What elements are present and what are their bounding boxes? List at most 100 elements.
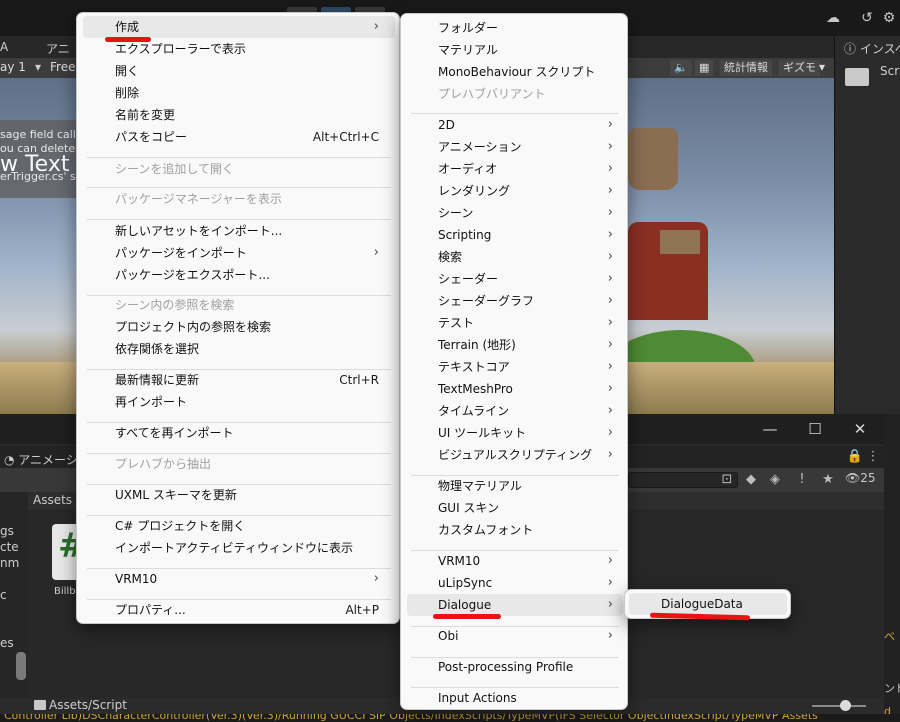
gizmos-button[interactable]: ギズモ (779, 60, 820, 76)
create-menu-item-label: VRM10 (438, 554, 481, 568)
context-menu-item[interactable]: 削除 (83, 82, 395, 104)
create-menu-item[interactable]: GUI スキン (407, 497, 623, 519)
create-menu-item[interactable]: Scripting › (407, 224, 623, 246)
keyboard-icon[interactable]: ▦ (695, 60, 714, 76)
cloud-icon[interactable]: ☁ (824, 9, 842, 27)
maximize-icon[interactable]: ☐ (795, 418, 835, 440)
create-menu-item[interactable]: テキストコア › (407, 356, 623, 378)
create-menu-item[interactable]: 物理マテリアル (407, 475, 623, 497)
context-menu-item[interactable]: 開く (83, 60, 395, 82)
tree-item-fragment[interactable]: es (0, 636, 14, 650)
display-select[interactable]: ay 1 (0, 60, 26, 74)
context-menu-item[interactable]: 作成 › (83, 16, 395, 38)
label-icon[interactable]: ◈ (766, 471, 784, 489)
context-menu-item[interactable]: 名前を変更 (83, 104, 395, 126)
context-menu-item[interactable]: パッケージをエクスポート... (83, 264, 395, 286)
create-menu-item[interactable]: マテリアル (407, 39, 623, 61)
inspector-tab[interactable]: ⓘ インスペ (844, 40, 900, 57)
create-menu-item[interactable]: アニメーション › (407, 136, 623, 158)
tab-animation-fragment[interactable]: アニ (46, 40, 70, 57)
create-menu-item-label: シェーダーグラフ (438, 294, 535, 308)
create-menu-item[interactable]: TextMeshPro › (407, 378, 623, 400)
chevron-right-icon: › (607, 597, 613, 612)
tree-item-fragment[interactable]: nm (0, 556, 19, 570)
context-menu-item[interactable]: 最新情報に更新 Ctrl+R (83, 369, 395, 391)
menu-separator (87, 157, 391, 158)
create-menu-item[interactable]: 2D › (407, 114, 623, 136)
context-menu-item[interactable]: パッケージをインポート › (83, 242, 395, 264)
create-menu-item[interactable]: ビジュアルスクリプティング › (407, 444, 623, 466)
context-menu-item-label: インポートアクティビティウィンドウに表示 (115, 541, 353, 555)
context-menu-item[interactable]: プロパティ... Alt+P (83, 599, 395, 621)
context-menu-item-label: プロジェクト内の参照を検索 (115, 320, 272, 334)
create-menu-item[interactable]: UI ツールキット › (407, 422, 623, 444)
context-menu-item[interactable]: プロジェクト内の参照を検索 (83, 316, 395, 338)
create-menu-item-label: フォルダー (438, 21, 499, 35)
create-submenu: フォルダー マテリアル MonoBehaviour スクリプト プレハブバリアント 2D… (400, 13, 628, 710)
breadcrumb[interactable]: Assets (33, 493, 72, 507)
gizmos-dropdown-icon[interactable]: ▾ (819, 60, 825, 74)
create-menu-item-label: 2D (438, 118, 455, 132)
context-menu-item[interactable]: すべてを再インポート (83, 422, 395, 444)
dialogue-data-label: DialogueData (661, 597, 743, 611)
more-icon[interactable]: ⋮ (864, 448, 882, 466)
create-menu-item[interactable]: uLipSync › (407, 572, 623, 594)
create-menu-item[interactable]: Obi › (407, 625, 623, 647)
context-menu-item-label: UXML スキーマを更新 (115, 488, 237, 502)
scrollbar-thumb[interactable] (16, 652, 26, 680)
dialogue-data-item[interactable]: DialogueData (629, 593, 787, 615)
chevron-right-icon: › (607, 575, 613, 590)
context-menu-item-label: 新しいアセットをインポート... (115, 224, 283, 238)
zoom-slider-handle[interactable] (840, 700, 851, 711)
context-menu-item[interactable]: 再インポート (83, 391, 395, 413)
create-menu-item[interactable]: シェーダー › (407, 268, 623, 290)
context-menu-item-label: 最新情報に更新 (115, 373, 200, 387)
create-menu-item[interactable]: シェーダーグラフ › (407, 290, 623, 312)
create-menu-item[interactable]: Terrain (地形) › (407, 334, 623, 356)
minimize-icon[interactable]: — (750, 418, 790, 440)
create-menu-item[interactable]: レンダリング › (407, 180, 623, 202)
aspect-select[interactable]: Free (50, 60, 75, 74)
context-menu-item-label: 再インポート (115, 395, 188, 409)
history-icon[interactable]: ↺ (858, 9, 876, 27)
menu-separator (411, 626, 619, 627)
create-menu-item[interactable]: 検索 › (407, 246, 623, 268)
create-menu-item[interactable]: Input Actions (407, 687, 623, 709)
zoom-slider[interactable] (812, 705, 866, 707)
star-icon[interactable]: ★ (819, 471, 837, 489)
filter-icon[interactable]: ◆ (742, 471, 760, 489)
context-menu-item[interactable]: インポートアクティビティウィンドウに表示 (83, 537, 395, 559)
hidden-count[interactable]: 👁25 (845, 471, 876, 485)
lock-icon[interactable]: 🔒 (846, 448, 864, 466)
context-menu-item[interactable]: 依存関係を選択 (83, 338, 395, 360)
tree-item-fragment[interactable]: cte (0, 540, 19, 554)
create-menu-item[interactable]: タイムライン › (407, 400, 623, 422)
chevron-right-icon: › (607, 359, 613, 374)
menu-separator (87, 187, 391, 188)
context-menu-item[interactable]: UXML スキーマを更新 (83, 484, 395, 506)
stats-button[interactable]: 統計情報 (720, 60, 772, 76)
settings-icon[interactable]: ⚙ (880, 9, 898, 27)
create-menu-item[interactable]: Dialogue › (407, 594, 623, 616)
create-menu-item[interactable]: カスタムフォント (407, 519, 623, 541)
create-menu-item[interactable]: Post-processing Profile (407, 656, 623, 678)
create-menu-item[interactable]: フォルダー (407, 17, 623, 39)
context-menu-item[interactable]: VRM10 › (83, 568, 395, 590)
search-by-type-icon[interactable]: ⊡ (718, 471, 736, 489)
tab-scene-fragment[interactable]: A (0, 40, 8, 54)
context-menu-item[interactable]: C# プロジェクトを開く (83, 515, 395, 537)
close-icon[interactable]: ✕ (840, 418, 880, 440)
create-menu-item[interactable]: シーン › (407, 202, 623, 224)
audio-icon[interactable]: 🔈 (670, 60, 692, 76)
create-menu-item[interactable]: VRM10 › (407, 550, 623, 572)
create-menu-item[interactable]: MonoBehaviour スクリプト (407, 61, 623, 83)
create-menu-item[interactable]: テスト › (407, 312, 623, 334)
create-menu-item-label: マテリアル (438, 43, 498, 57)
create-menu-item[interactable]: オーディオ › (407, 158, 623, 180)
new-text-label: w Text (0, 152, 70, 177)
context-menu-item[interactable]: 新しいアセットをインポート... (83, 220, 395, 242)
tree-item-fragment[interactable]: c (0, 588, 7, 602)
warning-icon[interactable]: ! (793, 471, 811, 489)
tree-item-fragment[interactable]: gs (0, 524, 14, 538)
context-menu-item[interactable]: パスをコピー Alt+Ctrl+C (83, 126, 395, 148)
